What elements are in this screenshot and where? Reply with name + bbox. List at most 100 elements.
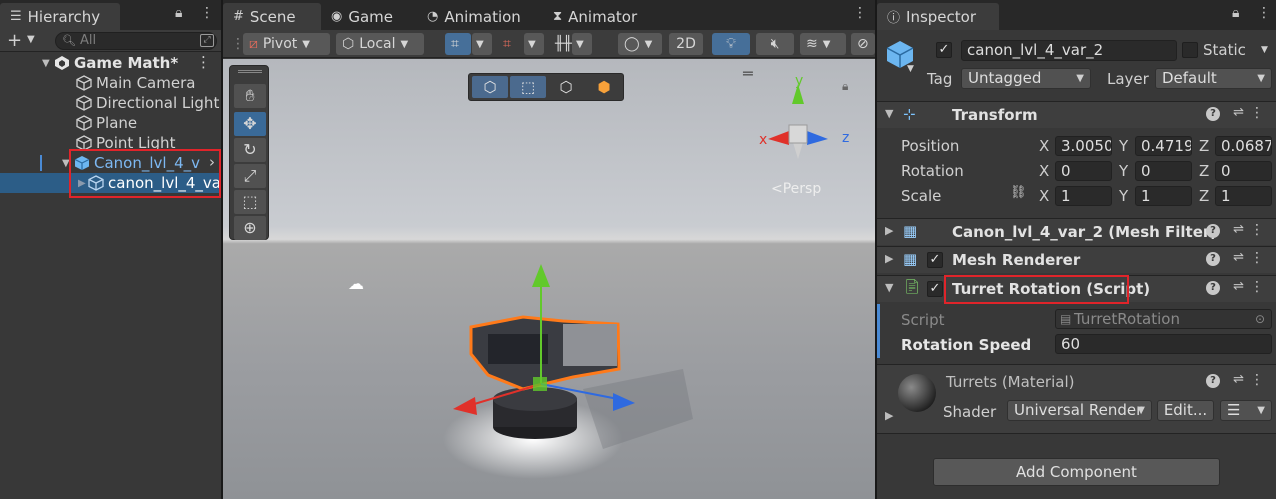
scale-y-field[interactable]: 1: [1135, 186, 1192, 206]
script-enabled-checkbox[interactable]: ✓: [927, 281, 943, 297]
preset-icon[interactable]: ⇌: [1233, 372, 1244, 387]
object-name-field[interactable]: canon_lvl_4_var_2: [961, 40, 1177, 61]
move-tool[interactable]: ✥: [234, 112, 266, 136]
rotation-speed-field[interactable]: 60: [1055, 334, 1272, 354]
scale-tool[interactable]: ⤢: [234, 164, 266, 188]
lighting-toggle[interactable]: 💡︎: [712, 33, 750, 55]
point-light-icon[interactable]: ☁: [348, 274, 364, 293]
position-x-field[interactable]: 3.0050: [1055, 136, 1112, 156]
hierarchy-item-directional-light[interactable]: Directional Light: [0, 93, 221, 113]
transform-tool[interactable]: ⊕: [234, 216, 266, 240]
expand-arrow-icon[interactable]: ▶: [885, 409, 893, 422]
preset-icon[interactable]: ⇌: [1233, 250, 1244, 265]
position-z-field[interactable]: 0.0687: [1215, 136, 1272, 156]
bounds-mode-button[interactable]: ⬚: [510, 76, 546, 98]
hand-tool[interactable]: ✋︎: [234, 84, 266, 108]
rotate-tool[interactable]: ↻: [234, 138, 266, 162]
rotation-x-field[interactable]: 0: [1055, 161, 1112, 181]
tab-scene[interactable]: # Scene: [223, 3, 321, 30]
pivot-dropdown[interactable]: ⧄ Pivot ▼: [243, 33, 330, 55]
more-menu-icon[interactable]: ⋮: [853, 5, 867, 21]
tab-animator[interactable]: ⧗ Animator: [543, 3, 647, 30]
grid-snap-dropdown[interactable]: ▼: [472, 33, 492, 55]
chevron-down-icon[interactable]: ▼: [27, 34, 35, 45]
icon-dropdown-arrow[interactable]: ▼: [907, 64, 914, 74]
tag-dropdown[interactable]: Untagged ▼: [961, 68, 1091, 89]
mesh-filter-header[interactable]: ▶ ▦ Canon_lvl_4_var_2 (Mesh Filter) ? ⇌ …: [877, 218, 1276, 245]
scale-z-field[interactable]: 1: [1215, 186, 1272, 206]
static-checkbox[interactable]: [1182, 42, 1198, 58]
component-menu-icon[interactable]: ⋮: [1250, 372, 1264, 388]
orange-cube-button[interactable]: ⬢: [586, 76, 622, 98]
add-component-button[interactable]: Add Component: [933, 458, 1220, 486]
shading-mode-dropdown[interactable]: ◯ ▼: [618, 33, 662, 55]
effects-dropdown[interactable]: ≋ ▼: [800, 33, 846, 55]
increment-snap-dropdown[interactable]: ▼: [524, 33, 544, 55]
grid-snap-button[interactable]: ⌗: [445, 33, 471, 55]
help-icon[interactable]: ?: [1206, 281, 1220, 295]
rect-tool[interactable]: ⬚: [234, 190, 266, 214]
shader-menu-dropdown[interactable]: ☰ ▼: [1220, 400, 1272, 421]
expand-arrow-icon[interactable]: ▶: [885, 252, 893, 265]
collapse-arrow-icon[interactable]: ▼: [885, 107, 893, 120]
more-menu-icon[interactable]: ⋮: [1257, 5, 1271, 21]
scale-x-field[interactable]: 1: [1055, 186, 1112, 206]
filter-icon[interactable]: ⤢: [200, 34, 214, 47]
layer-dropdown[interactable]: Default ▼: [1155, 68, 1272, 89]
tab-hierarchy[interactable]: ☰ Hierarchy: [0, 3, 120, 30]
lock-icon[interactable]: 🔒︎: [175, 5, 182, 21]
scene-menu-icon[interactable]: ⋮: [196, 53, 211, 71]
tab-game[interactable]: ◉ Game: [321, 3, 403, 30]
y-axis-arrow[interactable]: [532, 264, 550, 287]
collapse-arrow-icon[interactable]: ▼: [885, 281, 893, 294]
shader-edit-button[interactable]: Edit...: [1157, 400, 1214, 421]
static-dropdown-arrow[interactable]: ▼: [1261, 45, 1268, 55]
lock-icon[interactable]: 🔒︎: [1232, 5, 1239, 21]
increment-snap-button[interactable]: ⌗: [497, 33, 523, 55]
create-plus-icon[interactable]: +: [7, 30, 22, 51]
component-menu-icon[interactable]: ⋮: [1250, 222, 1264, 238]
expand-arrow-icon[interactable]: ▼: [42, 58, 54, 69]
rotation-y-field[interactable]: 0: [1135, 161, 1192, 181]
position-y-field[interactable]: 0.4719: [1135, 136, 1192, 156]
cube-mode-button[interactable]: ⬡: [548, 76, 584, 98]
component-menu-icon[interactable]: ⋮: [1250, 279, 1264, 295]
component-menu-icon[interactable]: ⋮: [1250, 105, 1264, 121]
preset-icon[interactable]: ⇌: [1233, 105, 1244, 120]
active-checkbox[interactable]: ✓: [936, 42, 952, 58]
tab-animation[interactable]: ◔ Animation: [417, 3, 531, 30]
ruler-dropdown[interactable]: ▼: [572, 33, 592, 55]
shader-dropdown[interactable]: Universal Render ▼: [1007, 400, 1152, 421]
help-icon[interactable]: ?: [1206, 224, 1220, 238]
tab-inspector[interactable]: ⓘ Inspector: [877, 3, 999, 30]
expand-arrow-icon[interactable]: ▶: [885, 224, 893, 237]
audio-toggle[interactable]: 🔇︎: [756, 33, 794, 55]
hierarchy-item-main-camera[interactable]: Main Camera: [0, 73, 221, 93]
preset-icon[interactable]: ⇌: [1233, 222, 1244, 237]
scene-root-row[interactable]: ▼ Game Math* ⋮: [0, 53, 221, 73]
component-menu-icon[interactable]: ⋮: [1250, 250, 1264, 266]
x-axis-arrow[interactable]: [453, 397, 477, 415]
2d-toggle[interactable]: 2D: [669, 33, 703, 55]
overlay-menu-icon[interactable]: ═: [743, 64, 753, 83]
help-icon[interactable]: ?: [1206, 252, 1220, 266]
transform-header[interactable]: ▼ ⊹ Transform ? ⇌ ⋮: [877, 101, 1276, 128]
scene-viewport[interactable]: ☁ y x z <Persp ═ 🔒︎ ✋︎ ✥ ↻ ⤢ ⬚ ⊕ ⬡ ⬚ ⬡ ⬢: [223, 59, 875, 499]
palette-grip[interactable]: [238, 70, 262, 73]
projection-label[interactable]: <Persp: [771, 181, 821, 197]
xz-plane-handle[interactable]: [533, 377, 547, 391]
orientation-gizmo[interactable]: [768, 84, 828, 159]
pivot-mode-button[interactable]: ⬡: [472, 76, 508, 98]
more-menu-icon[interactable]: ⋮: [200, 5, 214, 21]
mesh-renderer-enabled-checkbox[interactable]: ✓: [927, 252, 943, 268]
constrain-proportions-icon[interactable]: ⛓︎: [1010, 185, 1027, 200]
help-icon[interactable]: ?: [1206, 107, 1220, 121]
rotation-z-field[interactable]: 0: [1215, 161, 1272, 181]
help-icon[interactable]: ?: [1206, 374, 1220, 388]
search-input[interactable]: 🔍︎ All ⤢: [55, 32, 217, 50]
hierarchy-item-plane[interactable]: Plane: [0, 113, 221, 133]
mesh-renderer-header[interactable]: ▶ ▦ ✓ Mesh Renderer ? ⇌ ⋮: [877, 246, 1276, 273]
preset-icon[interactable]: ⇌: [1233, 279, 1244, 294]
hidden-objects-toggle[interactable]: ⊘: [851, 33, 875, 55]
gizmo-lock-icon[interactable]: 🔒︎: [842, 79, 848, 94]
